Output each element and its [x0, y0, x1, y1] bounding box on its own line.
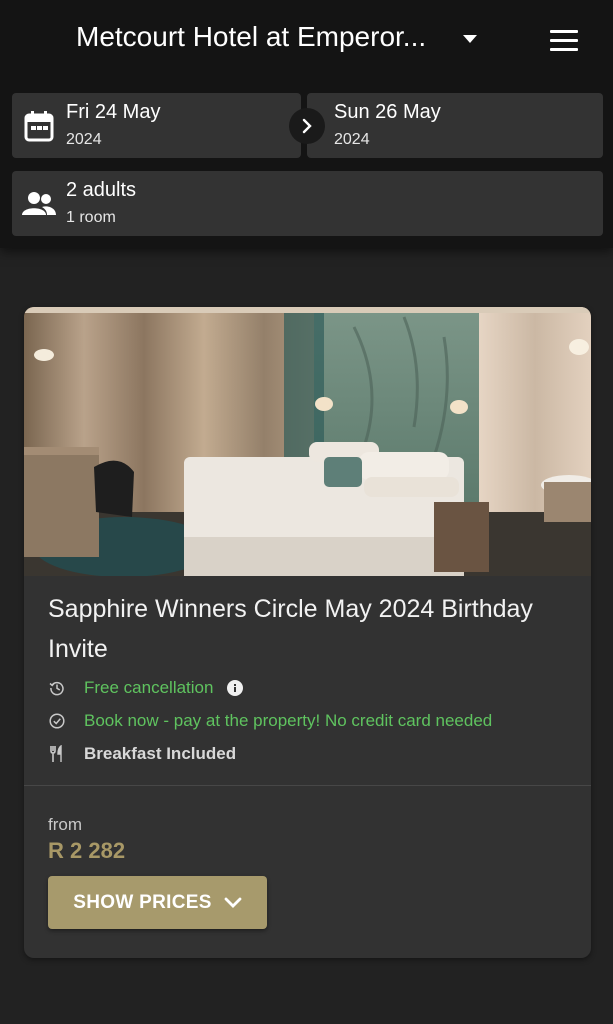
room-photo [24, 307, 591, 576]
feature-free-cancellation: Free cancellation [48, 676, 244, 700]
check-circle-icon [48, 712, 66, 730]
rate-card: Sapphire Winners Circle May 2024 Birthda… [24, 307, 591, 958]
people-icon [22, 192, 56, 215]
checkout-day: Sun 26 May [334, 101, 441, 123]
hotel-selector-title[interactable]: Metcourt Hotel at Emperor... [76, 21, 426, 53]
feature-label: Book now - pay at the property! No credi… [84, 711, 493, 730]
calendar-icon [24, 111, 54, 142]
checkin-date-field[interactable]: Fri 24 May 2024 [12, 93, 301, 158]
info-icon[interactable] [227, 680, 244, 696]
chevron-right-icon [289, 108, 325, 144]
checkout-date-field[interactable]: Sun 26 May 2024 [307, 93, 603, 158]
feature-breakfast: Breakfast Included [48, 742, 236, 766]
show-prices-label: SHOW PRICES [73, 891, 212, 913]
caret-down-icon[interactable] [462, 34, 478, 44]
feature-label: Free cancellation [84, 678, 214, 697]
hamburger-menu-icon[interactable] [546, 24, 582, 56]
feature-pay-at-property: Book now - pay at the property! No credi… [48, 709, 492, 733]
show-prices-button[interactable]: SHOW PRICES [48, 876, 267, 929]
checkin-day: Fri 24 May [66, 101, 161, 123]
restaurant-icon [48, 745, 66, 763]
from-label: from [48, 815, 82, 834]
checkout-year: 2024 [334, 131, 370, 148]
rooms-count: 1 room [66, 209, 116, 226]
guests-field[interactable]: 2 adults 1 room [12, 171, 603, 236]
card-divider [24, 785, 591, 786]
chevron-down-icon [224, 897, 242, 908]
app-header: Metcourt Hotel at Emperor... Fri 24 May … [0, 0, 613, 248]
price-value: R 2 282 [48, 838, 126, 863]
checkin-year: 2024 [66, 131, 102, 148]
adults-count: 2 adults [66, 179, 137, 201]
feature-label: Breakfast Included [84, 744, 237, 763]
rate-title: Sapphire Winners Circle May 2024 Birthda… [48, 595, 533, 663]
history-icon [48, 679, 66, 697]
top-bar: Metcourt Hotel at Emperor... [0, 0, 613, 80]
